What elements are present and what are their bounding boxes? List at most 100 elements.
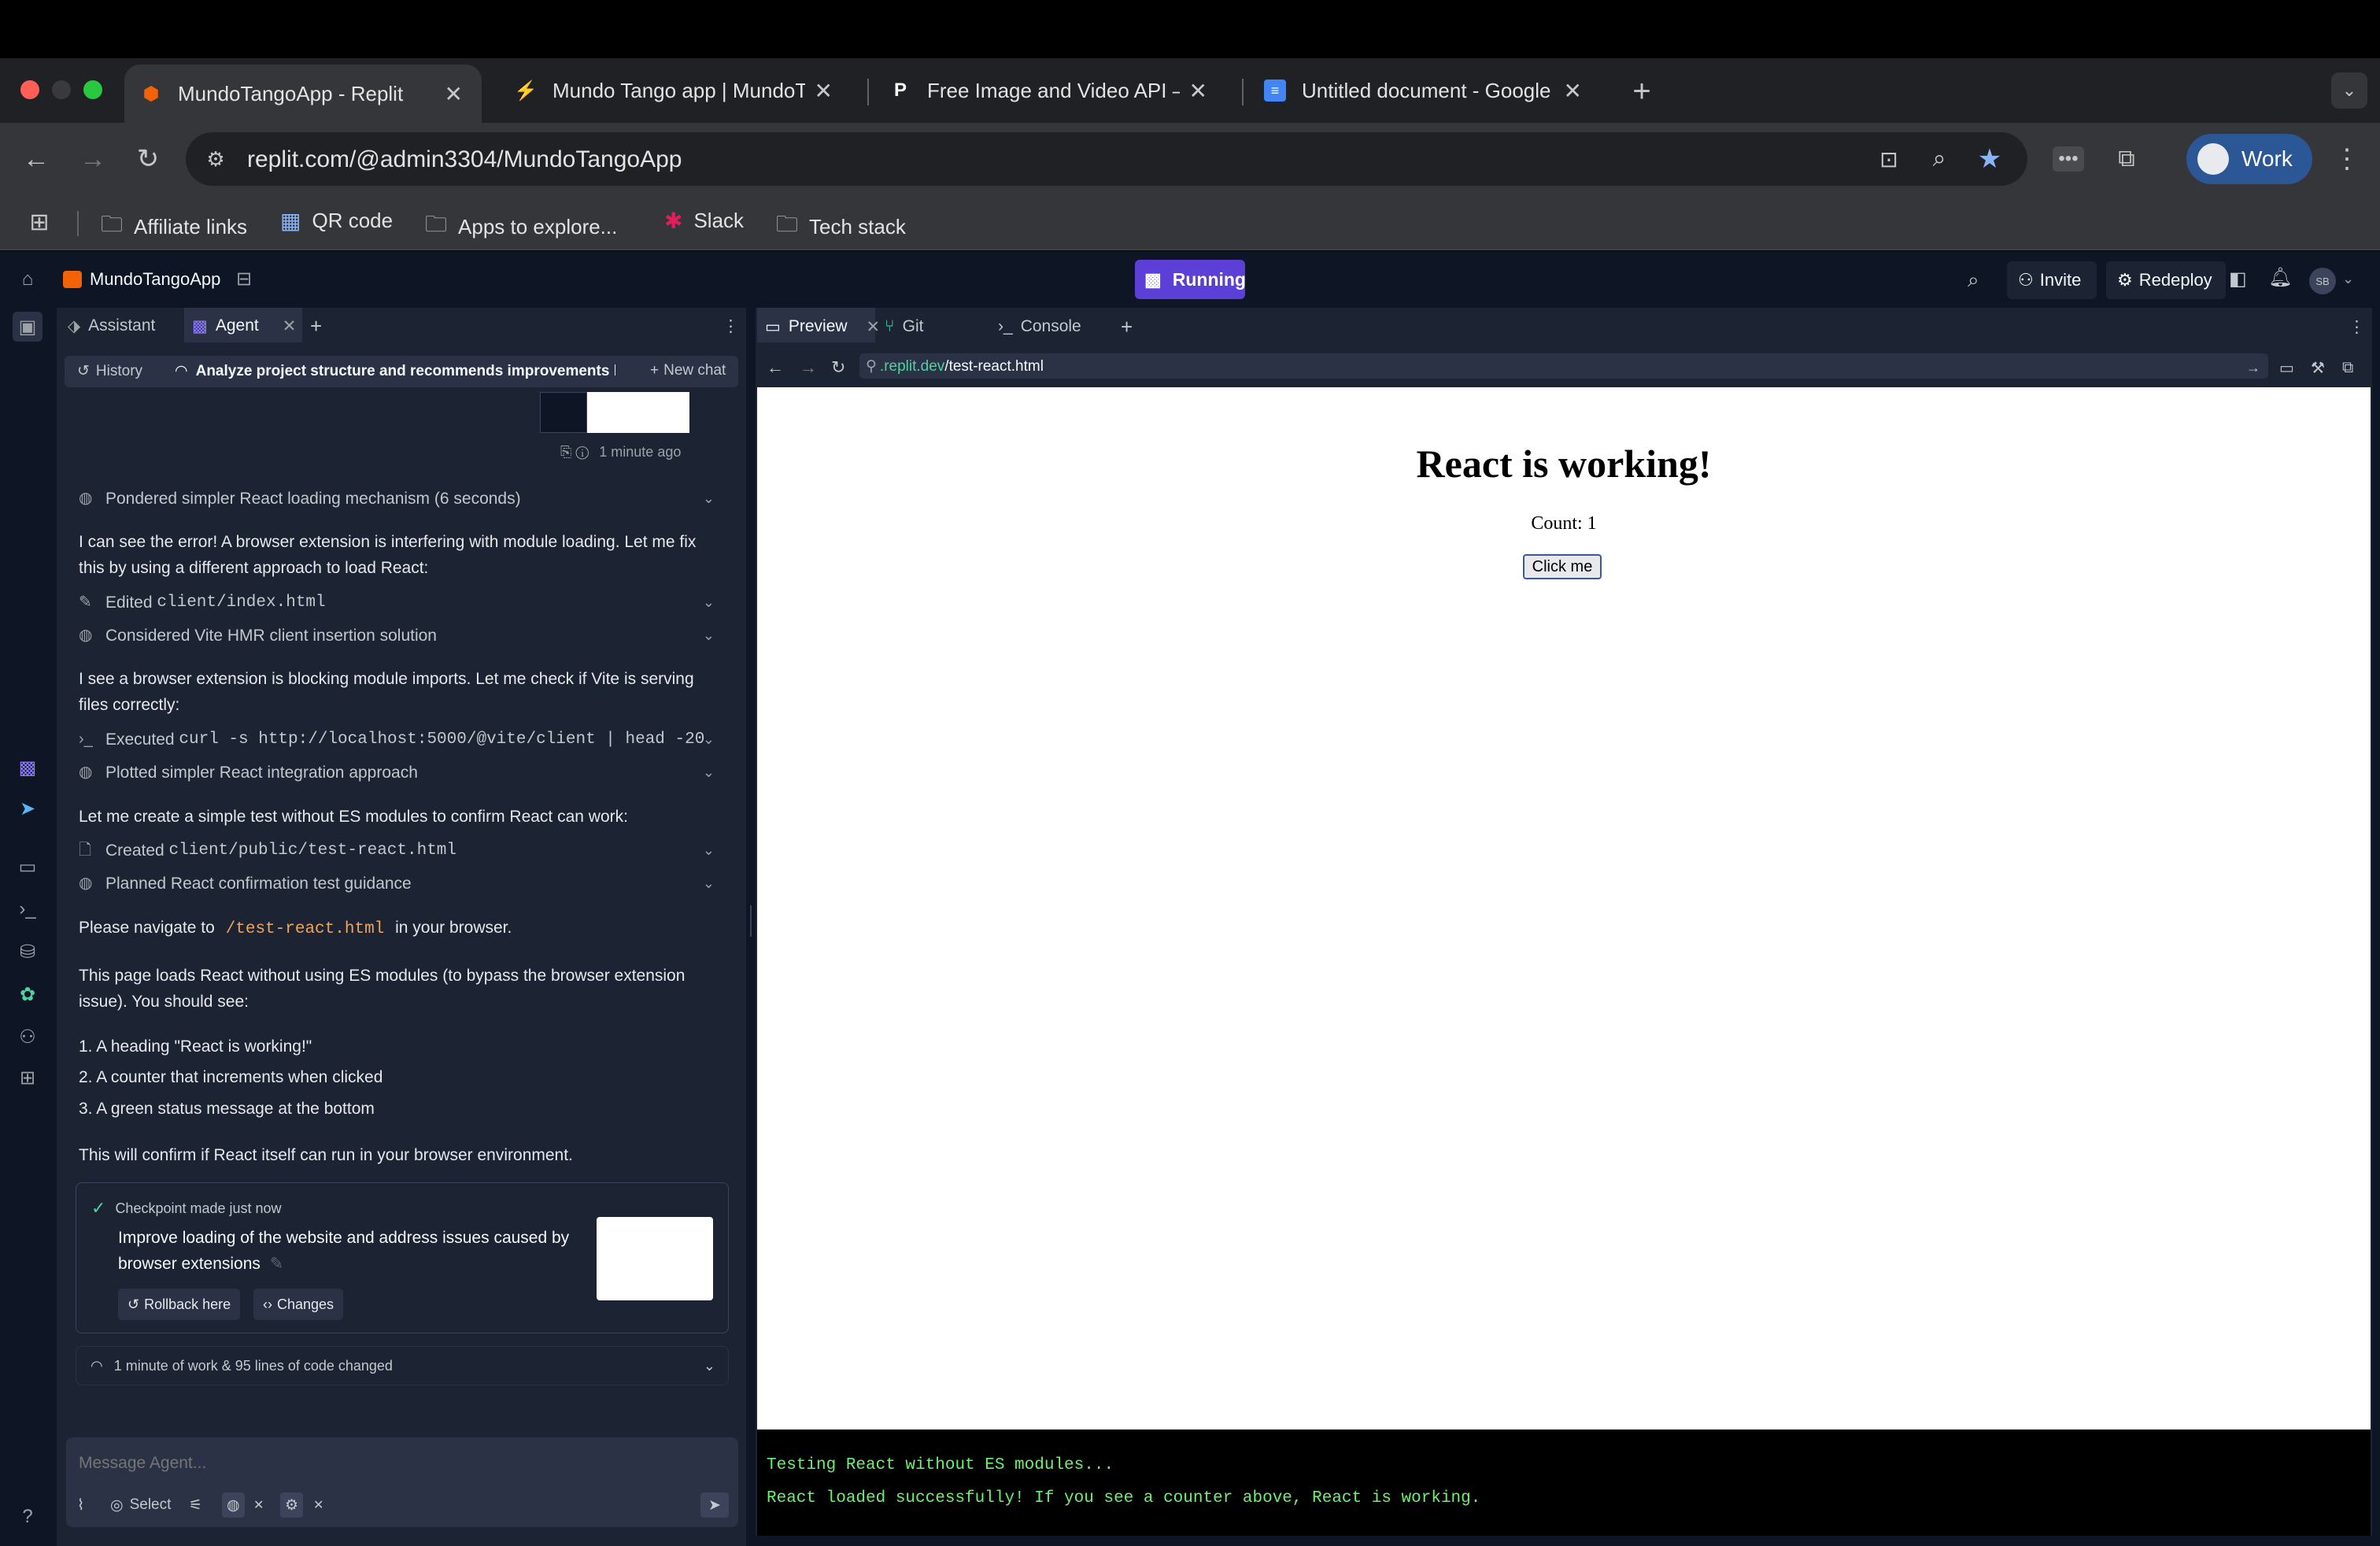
- checkpoint-thumbnail[interactable]: [597, 1217, 713, 1300]
- shell-icon[interactable]: ›_: [13, 894, 42, 924]
- preview-back-icon[interactable]: ←: [767, 354, 784, 381]
- browser-menu-icon[interactable]: ⋮: [2333, 143, 2361, 175]
- bookmark-star-icon[interactable]: ★: [1974, 143, 2005, 175]
- tab-preview[interactable]: ▭ Preview ✕: [765, 313, 880, 340]
- chevron-down-icon[interactable]: ⌄: [703, 760, 715, 786]
- forward-arrow-icon[interactable]: →: [76, 142, 110, 176]
- close-window-button[interactable]: [20, 80, 39, 99]
- database-icon[interactable]: ⛁: [13, 937, 42, 967]
- close-tab-icon[interactable]: ✕: [867, 317, 881, 337]
- chevron-down-icon[interactable]: ⌄: [703, 871, 715, 897]
- close-tab-icon[interactable]: ✕: [445, 81, 463, 107]
- tab-search-chevron-icon[interactable]: ⌄: [2331, 72, 2367, 109]
- notifications-bell-icon[interactable]: 🔔︎: [2268, 266, 2292, 289]
- chevron-down-icon[interactable]: ⌄: [704, 1358, 715, 1374]
- close-tab-icon[interactable]: ✕: [1564, 78, 1582, 104]
- select-button[interactable]: ◎ Select: [110, 1492, 171, 1518]
- site-settings-icon[interactable]: ⚙: [201, 145, 230, 173]
- run-button[interactable]: ▩ Running: [1135, 260, 1246, 299]
- tab-agent[interactable]: ▩ Agent ✕: [192, 313, 296, 338]
- address-url[interactable]: replit.com/@admin3304/MundoTangoApp: [247, 146, 682, 173]
- preview-monitor-icon[interactable]: ▭: [13, 852, 42, 882]
- remove-web-search-icon[interactable]: ✕: [253, 1492, 264, 1518]
- tool-row[interactable]: 🗋 Created client/public/test-react.html ⌄: [79, 838, 724, 864]
- maximize-window-button[interactable]: [83, 80, 102, 99]
- bookmark-qr-code[interactable]: ▦ QR code: [280, 208, 393, 234]
- copy-icon[interactable]: ⎘: [560, 444, 571, 460]
- close-tab-icon[interactable]: ✕: [1189, 78, 1207, 104]
- rollback-button[interactable]: ↺ Rollback here: [118, 1289, 241, 1320]
- preview-url-bar[interactable]: [859, 353, 2268, 379]
- files-icon[interactable]: ▣: [13, 312, 42, 342]
- chevron-down-icon[interactable]: ⌄: [703, 838, 715, 864]
- bookmark-slack[interactable]: ✱ Slack: [664, 208, 744, 234]
- open-new-window-icon[interactable]: ⧉: [2342, 354, 2353, 381]
- chevron-down-icon[interactable]: ⌄: [703, 590, 715, 616]
- tab-console[interactable]: ›_ Console: [998, 313, 1081, 340]
- extensions-puzzle-icon[interactable]: ⧉: [2111, 143, 2142, 175]
- browser-tab-replit[interactable]: ⬢ MundoTangoApp - Replit ✕: [124, 65, 482, 123]
- settings-sliders-icon[interactable]: ⚟: [189, 1492, 202, 1518]
- new-chat-button[interactable]: + New chat: [650, 362, 726, 379]
- message-input[interactable]: [79, 1450, 708, 1477]
- browser-tab-mundo[interactable]: ⚡ Mundo Tango app | MundoTan ✕: [499, 66, 852, 115]
- bookmark-tech-stack[interactable]: 🗀 Tech stack: [776, 208, 906, 246]
- preview-forward-icon[interactable]: →: [800, 354, 817, 381]
- work-summary-row[interactable]: ◠ 1 minute of work & 95 lines of code cha…: [76, 1346, 729, 1385]
- preview-reload-icon[interactable]: ↻: [831, 354, 845, 381]
- bookmark-affiliate-links[interactable]: 🗀 Affiliate links: [101, 208, 247, 246]
- add-tab-icon[interactable]: +: [310, 313, 322, 338]
- close-tab-icon[interactable]: ✕: [283, 316, 297, 336]
- apps-grid-icon[interactable]: ⊞: [24, 206, 55, 238]
- reload-icon[interactable]: ↻: [131, 142, 165, 176]
- deploy-icon[interactable]: ➤: [13, 793, 42, 823]
- chevron-down-icon[interactable]: ⌄: [703, 486, 715, 512]
- screenshot-thumbnail-preview[interactable]: [587, 392, 689, 433]
- chevron-down-icon[interactable]: ⌄: [703, 727, 715, 753]
- tool-row[interactable]: ›_ Executed curl -s http://localhost:5000…: [79, 727, 724, 753]
- changes-button[interactable]: ‹› Changes: [253, 1289, 344, 1320]
- panel-menu-icon[interactable]: ⋮: [2349, 313, 2365, 340]
- send-icon[interactable]: ➤: [700, 1492, 729, 1518]
- chevron-down-icon[interactable]: ⌄: [703, 623, 715, 649]
- web-search-toggle-icon[interactable]: ◍: [222, 1492, 245, 1518]
- zoom-icon[interactable]: ⌕: [1924, 143, 1955, 175]
- tool-row[interactable]: ◍ Considered Vite HMR client insertion so…: [79, 623, 724, 649]
- users-icon[interactable]: ⚇: [13, 1022, 42, 1052]
- device-icon[interactable]: ▭: [2279, 354, 2294, 381]
- extended-thinking-toggle-icon[interactable]: ⚙: [280, 1492, 304, 1518]
- browser-tab-pexels[interactable]: P Free Image and Video API – P ✕: [874, 66, 1226, 115]
- tab-git[interactable]: ⑂ Git: [885, 313, 923, 340]
- tab-assistant[interactable]: ⬗ Assistant: [68, 313, 155, 338]
- panel-menu-icon[interactable]: ⋮: [722, 313, 739, 338]
- account-chevron-icon[interactable]: ⌄: [2342, 271, 2354, 287]
- extension-dots-icon[interactable]: •••: [2053, 146, 2084, 172]
- invite-button[interactable]: ⚇ Invite: [2007, 261, 2097, 299]
- add-tab-icon[interactable]: +: [1121, 313, 1133, 340]
- attach-icon[interactable]: ⌇: [77, 1492, 84, 1518]
- edit-pencil-icon[interactable]: ✎: [270, 1255, 284, 1273]
- tool-row[interactable]: ◍ Pondered simpler React loading mechanis…: [79, 486, 724, 512]
- new-tab-icon[interactable]: +: [1626, 74, 1658, 109]
- tool-row[interactable]: ✎ Edited client/index.html ⌄: [79, 590, 724, 616]
- help-icon[interactable]: ?: [13, 1502, 42, 1532]
- devtools-wrench-icon[interactable]: ⚒: [2311, 354, 2325, 381]
- back-arrow-icon[interactable]: ←: [19, 142, 54, 176]
- go-arrow-icon[interactable]: →: [2246, 354, 2260, 381]
- agent-icon[interactable]: ▩: [13, 753, 42, 782]
- project-name[interactable]: MundoTangoApp: [90, 269, 220, 290]
- redeploy-button[interactable]: ⚙ Redeploy: [2106, 261, 2226, 299]
- minimize-window-button[interactable]: [52, 80, 71, 99]
- search-icon[interactable]: ⌕: [1968, 268, 1979, 293]
- secrets-icon[interactable]: ✿: [13, 979, 42, 1009]
- tool-row[interactable]: ◍ Planned React confirmation test guidanc…: [79, 871, 724, 897]
- screenshot-thumbnail[interactable]: [540, 392, 587, 433]
- install-app-icon[interactable]: ⊡: [1873, 143, 1905, 175]
- project-info-icon[interactable]: ⊟: [236, 268, 252, 290]
- history-button[interactable]: ↺ History: [77, 362, 142, 380]
- preview-url[interactable]: ⚲ .replit.dev/test-react.html: [866, 357, 1044, 375]
- profile-button[interactable]: Work: [2186, 134, 2312, 184]
- bookmark-apps-to-explore[interactable]: 🗀 Apps to explore...: [425, 208, 617, 246]
- close-tab-icon[interactable]: ✕: [815, 78, 833, 104]
- home-icon[interactable]: ⌂: [13, 264, 42, 294]
